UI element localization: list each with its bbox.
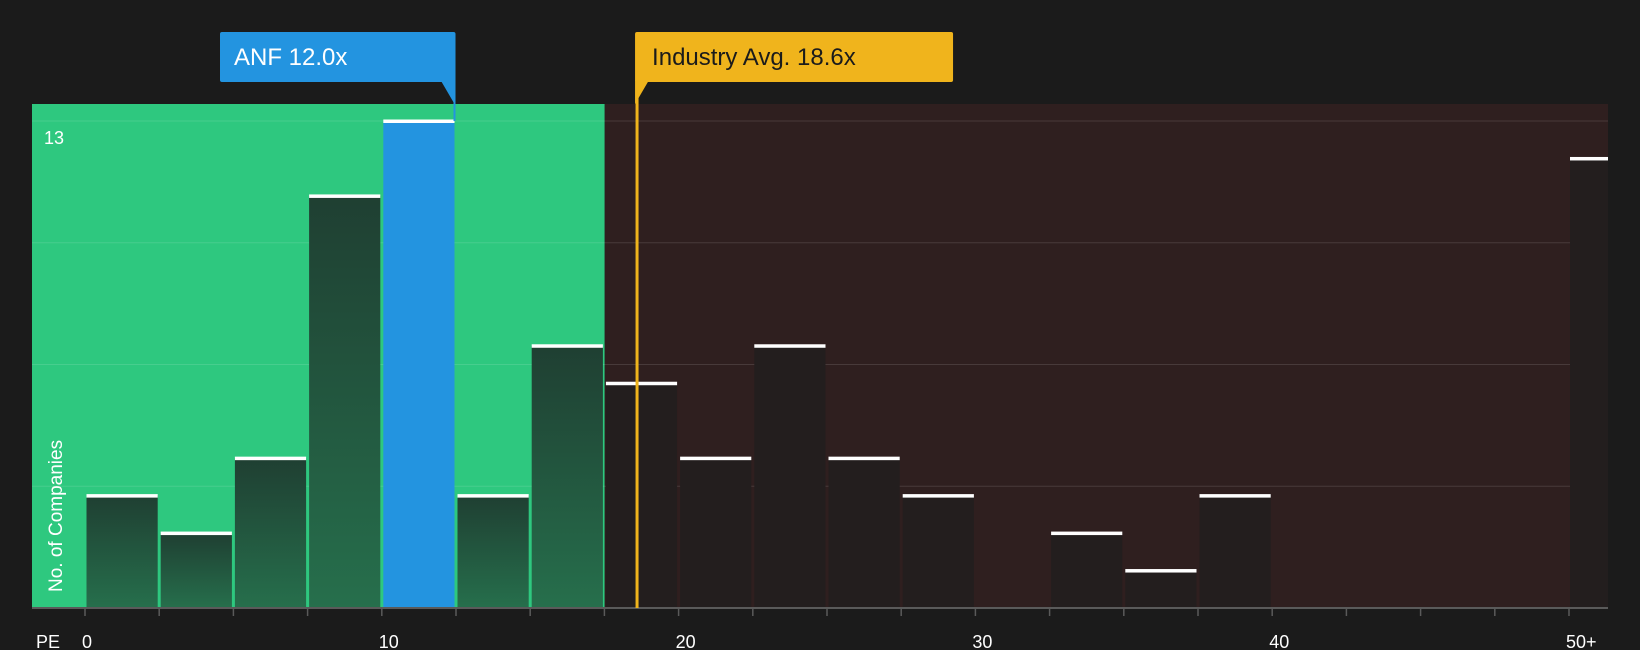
company-pointer [440,80,455,104]
histogram-bar [1570,158,1608,608]
bar-top-cap [754,344,826,348]
histogram-bar [1125,570,1197,608]
bar-top-cap [605,381,678,386]
histogram-bar [754,345,826,608]
y-axis-max-label: 13 [44,128,64,148]
industry-avg-label: Industry Avg. 18.6x [652,44,856,71]
y-axis-label: No. of Companies [46,440,67,592]
x-tick-label: 30 [972,632,992,650]
x-axis-label: PE [36,632,60,650]
bar-top-cap [1199,494,1271,498]
histogram-bar [680,458,752,608]
x-tick-label: 40 [1269,632,1289,650]
histogram-bar [828,458,900,608]
bar-top-cap [680,456,752,461]
x-tick-label: 10 [379,632,399,650]
histogram-bar [1199,495,1271,608]
bar-top-cap [828,456,900,461]
x-tick-label: 20 [676,632,696,650]
histogram-bar [86,495,158,608]
bar-top-cap [1125,569,1197,573]
x-tick-label: 0 [82,632,92,650]
histogram-bar [605,383,678,608]
histogram-bar [309,195,381,608]
bar-top-cap [1051,531,1123,536]
histogram-bar [234,458,307,608]
bar-top-cap [160,531,232,536]
industry-avg-pointer [635,80,650,104]
histogram-bar [1051,533,1123,608]
bar-top-cap [234,456,307,461]
bar-top-cap [457,494,529,498]
bar-top-cap [86,494,158,498]
bar-top-cap [383,119,455,123]
histogram-bar [531,345,603,608]
company-bin-bar [383,121,455,608]
histogram-bar [160,533,232,608]
histogram-bar [457,495,529,608]
histogram-bar [902,495,974,608]
pe-distribution-chart: 0 10 20 30 40 50+ Industry Avg. 18.6x ANF 12.0… [0,0,1640,650]
bar-top-cap [902,494,974,498]
bar-top-cap [1570,156,1608,161]
company-label: ANF 12.0x [234,44,347,71]
bar-top-cap [309,194,381,198]
pe-histogram-svg: 0 10 20 30 40 50+ Industry Avg. 18.6x ANF 12.0… [32,32,1608,650]
x-tick-label: 50+ [1566,632,1597,650]
bar-top-cap [531,344,603,348]
